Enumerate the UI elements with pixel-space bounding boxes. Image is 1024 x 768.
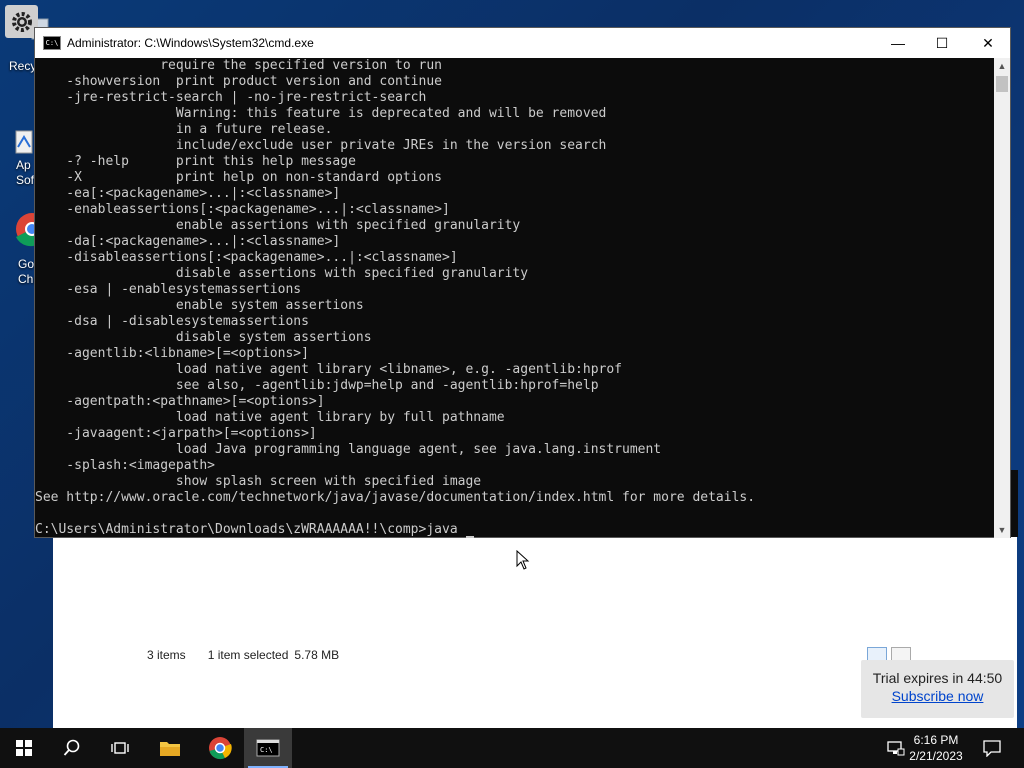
console-line: load native agent library by full pathna… [35, 410, 505, 425]
clock-time: 6:16 PM [913, 733, 959, 747]
notification-icon [983, 740, 1001, 757]
taskbar-chrome[interactable] [196, 728, 244, 768]
console-line: -agentlib:<libname>[=<options>] [35, 346, 309, 361]
console-line: See http://www.oracle.com/technetwork/ja… [35, 490, 756, 505]
console-line: Warning: this feature is deprecated and … [35, 106, 607, 121]
task-view-button[interactable] [96, 728, 144, 768]
console-line: load Java programming language agent, se… [35, 442, 662, 457]
console-line: -javaagent:<jarpath>[=<options>] [35, 426, 317, 441]
apache-icon [15, 130, 33, 154]
console-output[interactable]: require the specified version to run -sh… [35, 58, 995, 538]
search-icon [63, 739, 80, 756]
console-line: -agentpath:<pathname>[=<options>] [35, 394, 325, 409]
window-title: Administrator: C:\Windows\System32\cmd.e… [67, 36, 314, 50]
cmd-icon: C:\ [256, 739, 280, 757]
console-line: -da[:<packagename>...|:<classname>] [35, 234, 341, 249]
cmd-window[interactable]: C:\ Administrator: C:\Windows\System32\c… [34, 27, 1011, 538]
svg-text:C:\: C:\ [260, 746, 273, 754]
notifications-button[interactable] [968, 728, 1016, 768]
desktop-icon-label: Recy [9, 59, 37, 73]
desktop-icon-chrome[interactable]: Go Chr [0, 205, 44, 286]
items-count: 3 items [147, 648, 186, 662]
folder-icon [160, 742, 180, 756]
console-line: include/exclude user private JREs in the… [35, 138, 607, 153]
maximize-button[interactable]: ☐ [919, 28, 965, 58]
taskbar-cmd[interactable]: C:\ [244, 728, 292, 768]
console-line: -? -help print this help message [35, 154, 356, 169]
selection-info: 1 item selected [207, 648, 289, 662]
subscribe-link[interactable]: Subscribe now [861, 688, 1014, 704]
desktop-icon-apache[interactable]: Ap Sof [0, 125, 34, 190]
search-button[interactable] [48, 728, 96, 768]
console-line: enable assertions with specified granula… [35, 218, 521, 233]
clock-date: 2/21/2023 [909, 749, 963, 763]
console-line: -splash:<imagepath> [35, 458, 216, 473]
trial-toast: Trial expires in 44:50 Subscribe now [861, 660, 1014, 718]
console-line: enable system assertions [35, 298, 364, 313]
console-line: -ea[:<packagename>...|:<classname>] [35, 186, 341, 201]
console-line: -disableassertions[:<packagename>...|:<c… [35, 250, 458, 265]
taskbar: C:\ 6:16 PM 2/21/2023 [0, 728, 1024, 768]
console-line: C:\Users\Administrator\Downloads\zWRAAAA… [35, 522, 995, 538]
console-line: show splash screen with specified image [35, 474, 482, 489]
text-cursor [466, 536, 475, 538]
console-line: -dsa | -disablesystemassertions [35, 314, 309, 329]
console-line: in a future release. [35, 122, 333, 137]
console-line: -X print help on non-standard options [35, 170, 442, 185]
chrome-icon [209, 737, 232, 760]
console-line: disable system assertions [35, 330, 372, 345]
console-line: see also, -agentlib:jdwp=help and -agent… [35, 378, 599, 393]
cmd-app-icon: C:\ [43, 36, 61, 50]
console-line: -showversion print product version and c… [35, 74, 442, 89]
console-line: require the specified version to run [35, 58, 442, 73]
start-button[interactable] [0, 728, 48, 768]
windows-logo-icon [16, 740, 32, 756]
mouse-pointer-icon [516, 550, 530, 570]
console-line: -esa | -enablesystemassertions [35, 282, 302, 297]
taskbar-file-explorer[interactable] [146, 728, 194, 768]
close-button[interactable]: ✕ [965, 28, 1011, 58]
scrollbar-thumb[interactable] [996, 76, 1008, 92]
minimize-button[interactable]: — [875, 28, 921, 58]
taskbar-clock[interactable]: 6:16 PM 2/21/2023 [896, 732, 976, 764]
vertical-scrollbar[interactable]: ▲ ▼ [994, 58, 1010, 538]
cmd-titlebar[interactable]: C:\ Administrator: C:\Windows\System32\c… [35, 28, 1010, 58]
console-line: -enableassertions[:<packagename>...|:<cl… [35, 202, 450, 217]
console-line: load native agent library <libname>, e.g… [35, 362, 622, 377]
console-line: disable assertions with specified granul… [35, 266, 529, 281]
trial-message: Trial expires in 44:50 [872, 670, 1003, 686]
console-line: -jre-restrict-search | -no-jre-restrict-… [35, 90, 427, 105]
task-view-icon [111, 742, 129, 754]
selection-size: 5.78 MB [294, 648, 340, 662]
explorer-status-bar: 3 items 1 item selected 5.78 MB [133, 644, 917, 666]
gear-icon [11, 11, 32, 32]
scroll-down-icon[interactable]: ▼ [994, 522, 1010, 538]
desktop-icon-label: Ap Sof [16, 158, 35, 187]
scroll-up-icon[interactable]: ▲ [994, 58, 1010, 74]
